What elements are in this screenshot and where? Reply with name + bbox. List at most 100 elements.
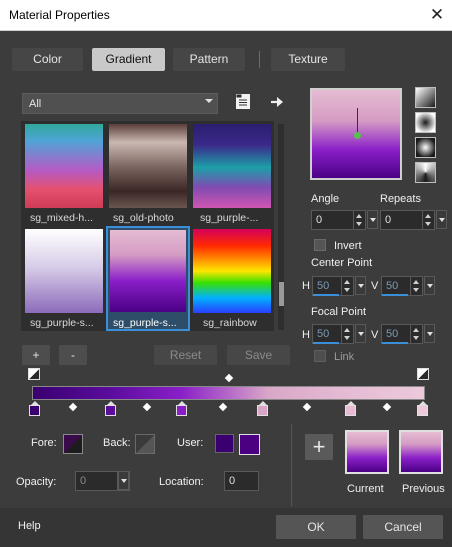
- center-h-slider-fill: [313, 294, 339, 296]
- location-label: Location:: [159, 476, 204, 488]
- ok-button[interactable]: OK: [276, 515, 356, 539]
- linear-style-button[interactable]: [415, 87, 436, 108]
- focal-h-slider-fill: [313, 342, 339, 344]
- color-stop-marker[interactable]: [417, 405, 428, 416]
- radial-style-button[interactable]: [415, 137, 436, 158]
- arrow-right-icon[interactable]: [270, 95, 284, 109]
- angle-label: Angle: [311, 193, 340, 205]
- center-v-label: V: [371, 280, 379, 292]
- tab-pattern[interactable]: Pattern: [173, 48, 245, 71]
- focal-h-label: H: [302, 329, 310, 341]
- color-midpoint-marker[interactable]: [218, 402, 228, 412]
- user-swatch-small[interactable]: [215, 434, 234, 453]
- spinner-arrows-icon[interactable]: [353, 211, 365, 229]
- angle-dropdown-button[interactable]: [367, 210, 378, 229]
- tab-color[interactable]: Color: [12, 48, 83, 71]
- gradient-editor-bar[interactable]: [32, 386, 425, 400]
- color-stop-marker[interactable]: [105, 405, 116, 416]
- cancel-button[interactable]: Cancel: [363, 515, 443, 539]
- close-icon[interactable]: ✕: [424, 3, 450, 27]
- chevron-down-icon: [205, 99, 213, 103]
- save-gradient-button[interactable]: Save: [227, 345, 290, 365]
- spinner-arrows-icon[interactable]: [341, 325, 353, 343]
- add-gradient-button[interactable]: +: [22, 345, 50, 365]
- rectangular-style-button[interactable]: [415, 112, 436, 133]
- opacity-value: 0: [80, 475, 87, 487]
- remove-gradient-button[interactable]: -: [59, 345, 87, 365]
- center-v-spinner[interactable]: 50: [381, 276, 423, 296]
- material-properties-dialog: Material Properties ✕ Color Gradient Pat…: [0, 0, 452, 547]
- opacity-label: Opacity:: [16, 476, 57, 488]
- user-label: User:: [177, 437, 204, 449]
- focal-h-spinner[interactable]: 50: [312, 324, 354, 344]
- color-stop-marker[interactable]: [176, 405, 187, 416]
- center-handle[interactable]: [354, 132, 361, 139]
- gallery-item-swatch[interactable]: [25, 229, 103, 313]
- repeats-value: 0: [385, 214, 392, 226]
- location-value: 0: [229, 475, 236, 487]
- transparency-midpoint-marker[interactable]: [224, 373, 234, 383]
- gradient-preview[interactable]: [310, 88, 402, 180]
- spinner-arrows-icon[interactable]: [410, 325, 422, 343]
- previous-label: Previous: [402, 483, 445, 495]
- sunburst-style-button[interactable]: [415, 162, 436, 183]
- invert-checkbox[interactable]: [314, 239, 326, 251]
- current-swatch[interactable]: [345, 430, 389, 474]
- color-stop-marker[interactable]: [345, 405, 356, 416]
- back-swatch[interactable]: [135, 434, 155, 454]
- back-label: Back:: [103, 437, 131, 449]
- repeats-dropdown-button[interactable]: [436, 210, 447, 229]
- gallery-item-swatch[interactable]: [193, 229, 271, 313]
- add-to-swatches-button[interactable]: +: [305, 434, 333, 460]
- category-dropdown[interactable]: All: [22, 93, 218, 114]
- color-stop-marker[interactable]: [29, 405, 40, 416]
- gallery-item-label: sg_purple-...: [200, 212, 259, 224]
- focal-v-slider-fill: [382, 342, 408, 344]
- color-midpoint-marker[interactable]: [382, 402, 392, 412]
- location-input[interactable]: 0: [224, 471, 259, 491]
- gallery-item-label: sg_mixed-h...: [30, 212, 94, 224]
- gallery-scrollbar-thumb[interactable]: [279, 282, 284, 306]
- spinner-arrows-icon[interactable]: [410, 277, 422, 295]
- color-midpoint-marker[interactable]: [142, 402, 152, 412]
- repeats-spinner[interactable]: 0: [380, 210, 435, 230]
- divider: [291, 424, 292, 506]
- fore-label: Fore:: [31, 437, 57, 449]
- reset-button[interactable]: Reset: [154, 345, 217, 365]
- angle-spinner[interactable]: 0: [311, 210, 366, 230]
- current-label: Current: [347, 483, 384, 495]
- transparency-end-marker[interactable]: [417, 368, 429, 380]
- transparency-start-marker[interactable]: [28, 368, 40, 380]
- focal-point-label: Focal Point: [311, 306, 367, 318]
- help-link[interactable]: Help: [18, 520, 41, 532]
- link-label: Link: [334, 351, 355, 363]
- center-v-dropdown-button[interactable]: [424, 276, 435, 295]
- tab-gradient[interactable]: Gradient: [92, 48, 165, 71]
- gallery-scrollbar[interactable]: [278, 124, 284, 330]
- spinner-arrows-icon[interactable]: [422, 211, 434, 229]
- gallery-item-swatch[interactable]: [193, 124, 271, 208]
- gallery-item-swatch[interactable]: [109, 124, 187, 208]
- color-midpoint-marker[interactable]: [302, 402, 312, 412]
- gallery-item-swatch[interactable]: [110, 230, 186, 312]
- file-browse-icon[interactable]: [236, 94, 250, 109]
- previous-swatch[interactable]: [399, 430, 443, 474]
- opacity-dropdown-button[interactable]: [118, 471, 129, 490]
- focal-v-dropdown-button[interactable]: [424, 324, 435, 343]
- user-swatch[interactable]: [239, 434, 260, 455]
- gallery-item-swatch[interactable]: [25, 124, 103, 208]
- tab-texture[interactable]: Texture: [271, 48, 345, 71]
- title-bar: Material Properties ✕: [0, 0, 452, 31]
- fore-swatch[interactable]: [63, 434, 83, 454]
- color-stop-marker[interactable]: [257, 405, 268, 416]
- spinner-arrows-icon[interactable]: [341, 277, 353, 295]
- color-midpoint-marker[interactable]: [68, 402, 78, 412]
- focal-h-dropdown-button[interactable]: [355, 324, 366, 343]
- center-v-slider-fill: [382, 294, 408, 296]
- focal-v-spinner[interactable]: 50: [381, 324, 423, 344]
- link-checkbox[interactable]: [314, 350, 326, 362]
- center-h-dropdown-button[interactable]: [355, 276, 366, 295]
- focal-v-label: V: [371, 329, 379, 341]
- center-h-spinner[interactable]: 50: [312, 276, 354, 296]
- window-title: Material Properties: [9, 8, 110, 22]
